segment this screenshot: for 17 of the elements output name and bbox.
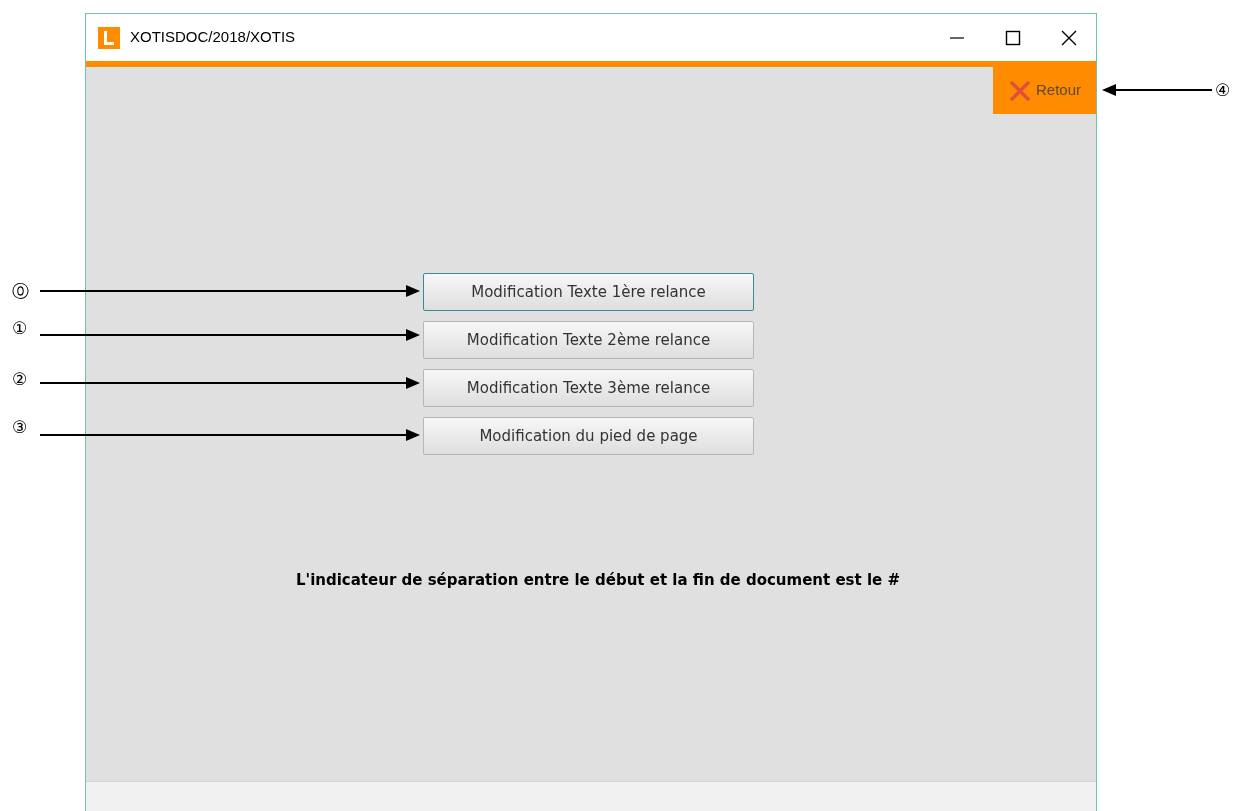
back-button[interactable]: Retour bbox=[993, 67, 1096, 114]
callout-number: ④ bbox=[1215, 80, 1231, 100]
callout-number: ③ bbox=[12, 417, 28, 437]
separator-note: L'indicateur de séparation entre le début et la fin de document est le # bbox=[296, 570, 900, 591]
action-button[interactable]: Modification Texte 3ème relance bbox=[423, 369, 754, 407]
callout-number: ⓪ bbox=[12, 281, 29, 301]
callout-number: ① bbox=[12, 318, 28, 338]
close-icon bbox=[1060, 28, 1078, 47]
app-logo-icon bbox=[98, 26, 120, 49]
maximize-icon bbox=[1005, 29, 1021, 46]
minimize-icon bbox=[950, 36, 964, 39]
window-title: XOTISDOC/2018/XOTIS bbox=[130, 27, 296, 48]
action-button[interactable]: Modification Texte 1ère relance bbox=[423, 273, 754, 311]
action-button[interactable]: Modification Texte 2ème relance bbox=[423, 321, 754, 359]
close-icon bbox=[1008, 78, 1032, 103]
callout-number: ② bbox=[12, 369, 28, 389]
action-button[interactable]: Modification du pied de page bbox=[423, 417, 754, 455]
